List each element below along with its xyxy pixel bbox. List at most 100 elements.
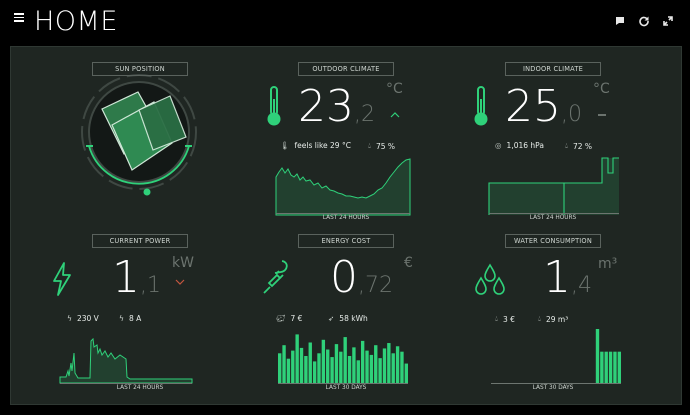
indoor-temperature: 25,0 xyxy=(505,81,582,132)
card-title: ENERGY COST xyxy=(298,234,394,248)
power-value: 1,1 xyxy=(112,252,161,303)
fullscreen-icon[interactable] xyxy=(662,12,674,26)
chart-bar xyxy=(326,349,330,383)
chart-bar xyxy=(365,350,369,383)
chat-icon[interactable] xyxy=(614,12,626,25)
energy-cost-value: 0,72 xyxy=(330,252,393,303)
water-cost: 💧︎ 3 € xyxy=(495,314,515,324)
feels-like: 🌡︎ feels like 29 °C xyxy=(280,141,351,150)
chart-bar xyxy=(282,345,286,383)
chart-bar xyxy=(334,344,339,383)
indoor-unit: °C xyxy=(593,81,610,97)
chart-bar xyxy=(378,358,382,383)
chart-label: LAST 30 DAYS xyxy=(532,385,574,391)
humidity-icon: 💧︎ xyxy=(565,141,568,150)
energy-cost-daily: 🐖︎ 7 € xyxy=(276,314,303,323)
chart-bar xyxy=(395,346,400,383)
chart-bar xyxy=(347,356,352,383)
rocket-icon: ➶ xyxy=(328,314,335,323)
sun-marker xyxy=(143,188,151,196)
chart-bar xyxy=(299,347,304,383)
chart-bar xyxy=(308,342,312,383)
lightning-small-icon: ϟ xyxy=(67,314,72,323)
chart-bar xyxy=(608,351,613,383)
chart-label: LAST 24 HOURS xyxy=(116,385,164,391)
power-unit: kW xyxy=(172,255,194,271)
chart-bar xyxy=(369,354,374,383)
outdoor-humidity: 💧︎ 75 % xyxy=(368,141,396,151)
thermometer-icon xyxy=(267,86,281,126)
chart-bar xyxy=(400,351,404,383)
thermometer-icon xyxy=(474,86,488,126)
plug-icon xyxy=(263,260,288,294)
refresh-icon[interactable] xyxy=(638,12,650,27)
chart-bar xyxy=(304,356,308,383)
menu-icon[interactable] xyxy=(14,13,24,23)
trend-down-icon xyxy=(175,279,185,285)
chart-bar xyxy=(387,343,391,383)
chart-bar xyxy=(600,351,604,383)
outdoor-unit: °C xyxy=(386,81,403,97)
chart-bar xyxy=(617,351,621,383)
voltage: ϟ 230 V xyxy=(67,314,99,323)
humidity-icon: 💧︎ xyxy=(495,314,498,323)
outdoor-temperature: 23,2 xyxy=(298,81,375,132)
card-title: WATER CONSUMPTION xyxy=(505,234,601,248)
chart-bar xyxy=(291,350,295,383)
chart-bar xyxy=(312,361,317,383)
chart-bar xyxy=(604,351,608,383)
energy-cost-unit: € xyxy=(404,255,413,271)
top-actions xyxy=(614,12,674,27)
indoor-humidity: 💧︎ 72 % xyxy=(565,141,593,151)
indoor-temperature-chart xyxy=(488,157,619,215)
outdoor-temperature-chart xyxy=(275,158,411,216)
water-volume: 💧︎ 29 m³ xyxy=(538,314,569,324)
chart-bar xyxy=(321,339,326,383)
pressure-icon: ◎ xyxy=(495,141,502,150)
thermometer-small-icon: 🌡︎ xyxy=(280,141,290,150)
card-title: CURRENT POWER xyxy=(92,234,188,248)
humidity-icon: 💧︎ xyxy=(538,314,541,323)
water-unit: m³ xyxy=(598,256,618,272)
chart-bar xyxy=(356,360,360,383)
chart-bar xyxy=(286,358,291,383)
water-consumption-chart xyxy=(595,329,621,383)
indoor-pressure: ◎ 1,016 hPa xyxy=(495,141,544,150)
card-title: SUN POSITION xyxy=(92,62,188,76)
dashboard-panel: SUN POSITION OUTDOOR CLIMATE 23,2 °C 🌡︎ … xyxy=(10,46,682,405)
outdoor-climate-card: OUTDOOR CLIMATE 23,2 °C 🌡︎ feels like 29… xyxy=(246,47,446,221)
piggy-bank-icon: 🐖︎ xyxy=(276,314,286,323)
humidity-icon: 💧︎ xyxy=(368,141,371,150)
power-chart xyxy=(59,337,193,384)
chart-bar xyxy=(330,357,334,383)
chart-bar xyxy=(404,363,408,383)
current: ϟ 8 A xyxy=(119,314,142,323)
chart-bar xyxy=(278,353,282,383)
chart-bar xyxy=(317,353,321,383)
chart-bar xyxy=(343,337,347,383)
chart-bar xyxy=(295,334,299,383)
top-bar: HOME xyxy=(0,0,690,44)
lightning-small-icon: ϟ xyxy=(119,314,124,323)
page-title: HOME xyxy=(34,6,118,37)
card-title: INDOOR CLIMATE xyxy=(505,62,601,76)
water-value: 1,4 xyxy=(543,252,592,303)
energy-kwh: ➶ 58 kWh xyxy=(328,314,368,323)
energy-cost-card: ENERGY COST 0,72 € 🐖︎ 7 € ➶ 58 kWh LAST … xyxy=(246,219,446,391)
chart-bar xyxy=(374,345,378,383)
sun-position-card: SUN POSITION xyxy=(40,47,240,217)
water-drops-icon xyxy=(475,263,505,295)
chart-bar xyxy=(613,351,617,383)
chart-bar xyxy=(339,351,343,383)
chart-label: LAST 30 DAYS xyxy=(325,385,367,391)
chart-bar xyxy=(595,329,600,383)
chart-bar xyxy=(352,347,356,383)
chart-bar xyxy=(382,348,387,383)
card-title: OUTDOOR CLIMATE xyxy=(298,62,394,76)
energy-cost-chart xyxy=(278,334,408,383)
chart-bar xyxy=(360,340,365,383)
chart-bar xyxy=(391,353,395,383)
lightning-icon xyxy=(53,262,71,296)
current-power-card: CURRENT POWER 1,1 kW ϟ 230 V ϟ 8 A LAST … xyxy=(40,219,240,391)
water-consumption-card: WATER CONSUMPTION 1,4 m³ 💧︎ 3 € 💧︎ 29 m³… xyxy=(453,219,653,391)
